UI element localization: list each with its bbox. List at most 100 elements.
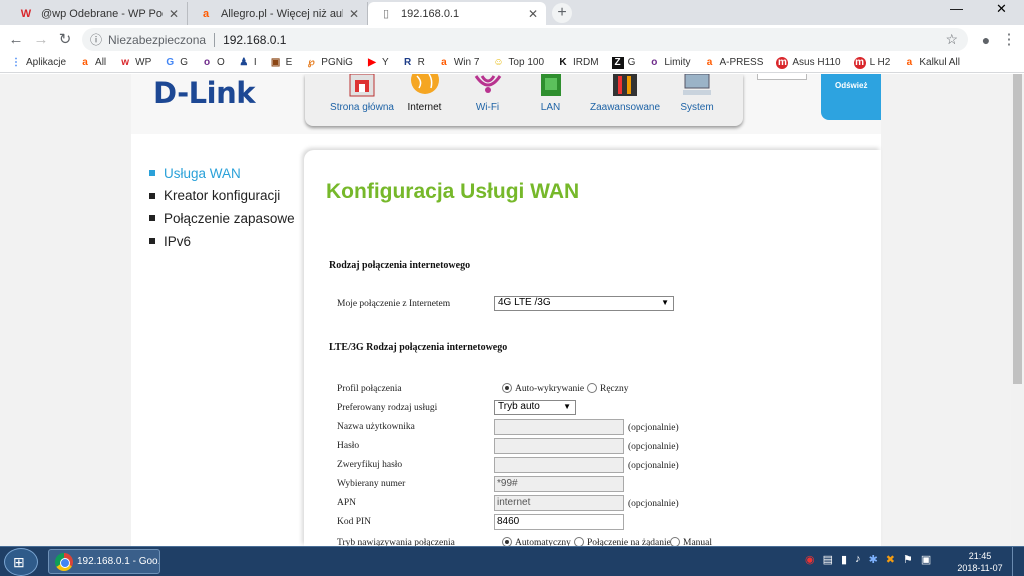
network-status-icon[interactable]: ▣ <box>921 553 931 566</box>
system-tray: ◉ ▤ ▮ ♪ ✱ ✖ ⚑ ▣ <box>805 553 939 566</box>
new-tab-button[interactable]: + <box>552 3 572 23</box>
apn-input[interactable]: internet <box>494 495 624 511</box>
reconnect-manual-radio[interactable] <box>670 537 680 546</box>
bookmark-item[interactable]: a Kalkul All <box>903 57 960 69</box>
forward-icon[interactable]: → <box>30 29 52 51</box>
bookmark-label: Win 7 <box>453 57 480 68</box>
refresh-button[interactable]: Odśwież <box>821 74 881 120</box>
password-input[interactable] <box>494 438 624 454</box>
nav-advanced[interactable]: Zaawansowane <box>585 74 665 124</box>
profile-icon[interactable]: ● <box>975 29 997 51</box>
network-icon[interactable]: ▮ <box>841 553 847 566</box>
page-scrollbar[interactable] <box>1011 74 1024 546</box>
antivirus-icon[interactable]: ◉ <box>805 553 815 566</box>
bookmark-item[interactable]: K IRDM <box>557 56 598 69</box>
sidebar-item-label: Usługa WAN <box>164 165 241 181</box>
apn-label: APN <box>337 498 357 508</box>
reconnect-auto-radio[interactable] <box>502 537 512 546</box>
bookmark-item[interactable]: ▶ Y <box>366 57 389 69</box>
bookmark-item[interactable]: w WP <box>119 57 151 69</box>
info-icon[interactable]: ⓘ <box>90 31 102 48</box>
bookmark-label: Limity <box>664 57 691 68</box>
bookmark-item[interactable]: ℘ PGNiG <box>305 57 353 69</box>
clock[interactable]: 21:45 2018-11-07 <box>955 550 1005 574</box>
profile-manual-radio[interactable] <box>587 383 597 393</box>
taskbar-chrome-window[interactable]: 192.168.0.1 - Goo... <box>48 549 160 574</box>
dial-number-input[interactable]: *99# <box>494 476 624 492</box>
bookmark-item[interactable]: mL H2 <box>853 56 890 69</box>
windows-icon: ⊞ <box>13 554 25 570</box>
sidebar-item-wizard[interactable]: Kreator konfiguracji <box>149 185 309 208</box>
bookmark-item[interactable]: ☺ Top 100 <box>492 57 544 69</box>
pin-label: Kod PIN <box>337 517 372 527</box>
profile-auto-label: Auto-wykrywanie <box>515 384 585 394</box>
bookmark-item[interactable]: a Win 7 <box>438 57 480 69</box>
bookmark-item[interactable]: a A-PRESS <box>703 57 764 69</box>
scrollbar-thumb[interactable] <box>1013 74 1022 384</box>
nav-system[interactable]: System <box>667 74 727 124</box>
menu-icon[interactable]: ⋮ <box>998 29 1020 51</box>
bookmark-label: Top 100 <box>508 57 545 68</box>
service-select[interactable]: Tryb auto ▼ <box>494 400 576 415</box>
sidebar-item-backup[interactable]: Połączenie zapasowe <box>149 207 309 230</box>
bookmark-item[interactable]: ▣ E <box>270 56 292 69</box>
nav-internet[interactable]: Internet <box>397 74 452 124</box>
bookmark-item[interactable]: GG <box>164 57 188 69</box>
nav-home[interactable]: Strona główna <box>327 74 397 124</box>
bullet <box>149 192 155 199</box>
nav-lan[interactable]: LAN <box>523 74 578 124</box>
security-label: Niezabezpieczona <box>108 32 207 47</box>
tab-title: Allegro.pl - Więcej niż aukcje. Na <box>221 7 343 20</box>
username-input[interactable] <box>494 419 624 435</box>
start-button[interactable]: ⊞ <box>4 548 38 576</box>
wifi-icon <box>472 74 504 98</box>
language-select[interactable] <box>757 74 807 80</box>
bullet <box>149 238 155 245</box>
bookmark-item[interactable]: ZG <box>611 56 635 69</box>
monitor-icon[interactable]: ▤ <box>823 553 833 566</box>
pin-input[interactable]: 8460 <box>494 514 624 530</box>
connection-select[interactable]: 4G LTE /3G ▼ <box>494 296 674 311</box>
flag-icon[interactable]: ⚑ <box>903 553 913 566</box>
nav-wifi[interactable]: Wi-Fi <box>460 74 515 124</box>
back-icon[interactable]: ← <box>5 29 27 51</box>
optional-hint: (opcjonalnie) <box>628 442 679 452</box>
book-icon: ▣ <box>270 56 281 68</box>
close-window-icon[interactable]: ✕ <box>979 0 1024 20</box>
sidebar-item-wan[interactable]: Usługa WAN <box>149 162 309 185</box>
bookmark-label: Aplikacje <box>26 57 67 68</box>
profile-auto-radio[interactable] <box>502 383 512 393</box>
clock-time: 21:45 <box>968 551 992 561</box>
tab-allegro[interactable]: a Allegro.pl - Więcej niż aukcje. Na ✕ <box>188 2 368 25</box>
app-icon[interactable]: ✖ <box>886 553 895 566</box>
k-icon: K <box>559 56 567 68</box>
browser-tab-bar: W @wp Odebrane - WP Poczta ✕ a Allegro.p… <box>0 0 1024 25</box>
reconnect-auto-label: Automatyczny <box>515 538 571 546</box>
m-icon: m <box>853 56 866 69</box>
bookmark-item[interactable]: ♟ I <box>238 57 256 69</box>
verify-password-input[interactable] <box>494 457 624 473</box>
bookmark-item[interactable]: RR <box>402 57 425 69</box>
close-icon[interactable]: ✕ <box>169 7 179 21</box>
tab-wp-poczta[interactable]: W @wp Odebrane - WP Poczta ✕ <box>8 2 188 25</box>
address-bar[interactable]: ⓘ Niezabezpieczona 192.168.0.1 ☆ <box>82 28 968 51</box>
bluetooth-icon[interactable]: ✱ <box>869 553 878 566</box>
minimize-icon[interactable]: — <box>934 0 979 20</box>
bookmark-item[interactable]: o Limity <box>648 57 690 69</box>
close-icon[interactable]: ✕ <box>349 7 359 21</box>
bookmark-item[interactable]: m Asus H110 <box>776 56 841 69</box>
sidebar-item-ipv6[interactable]: IPv6 <box>149 230 309 253</box>
volume-icon[interactable]: ♪ <box>855 553 861 566</box>
bookmark-item[interactable]: oO <box>201 57 225 69</box>
row-profile: Profil połączenia Auto-wykrywanie Ręczny <box>337 380 877 398</box>
bookmark-apps[interactable]: ⋮ Aplikacje <box>10 57 66 69</box>
star-icon[interactable]: ☆ <box>945 31 958 48</box>
reconnect-ondemand-label: Połączenie na żądanie <box>587 538 671 546</box>
show-desktop-button[interactable] <box>1012 547 1024 576</box>
tab-title: @wp Odebrane - WP Poczta <box>41 7 163 20</box>
bookmark-item[interactable]: a All <box>79 57 106 69</box>
reload-icon[interactable]: ↻ <box>54 29 76 51</box>
reconnect-ondemand-radio[interactable] <box>574 537 584 546</box>
close-icon[interactable]: ✕ <box>528 7 538 21</box>
tab-router[interactable]: ▯ 192.168.0.1 ✕ <box>368 2 546 25</box>
